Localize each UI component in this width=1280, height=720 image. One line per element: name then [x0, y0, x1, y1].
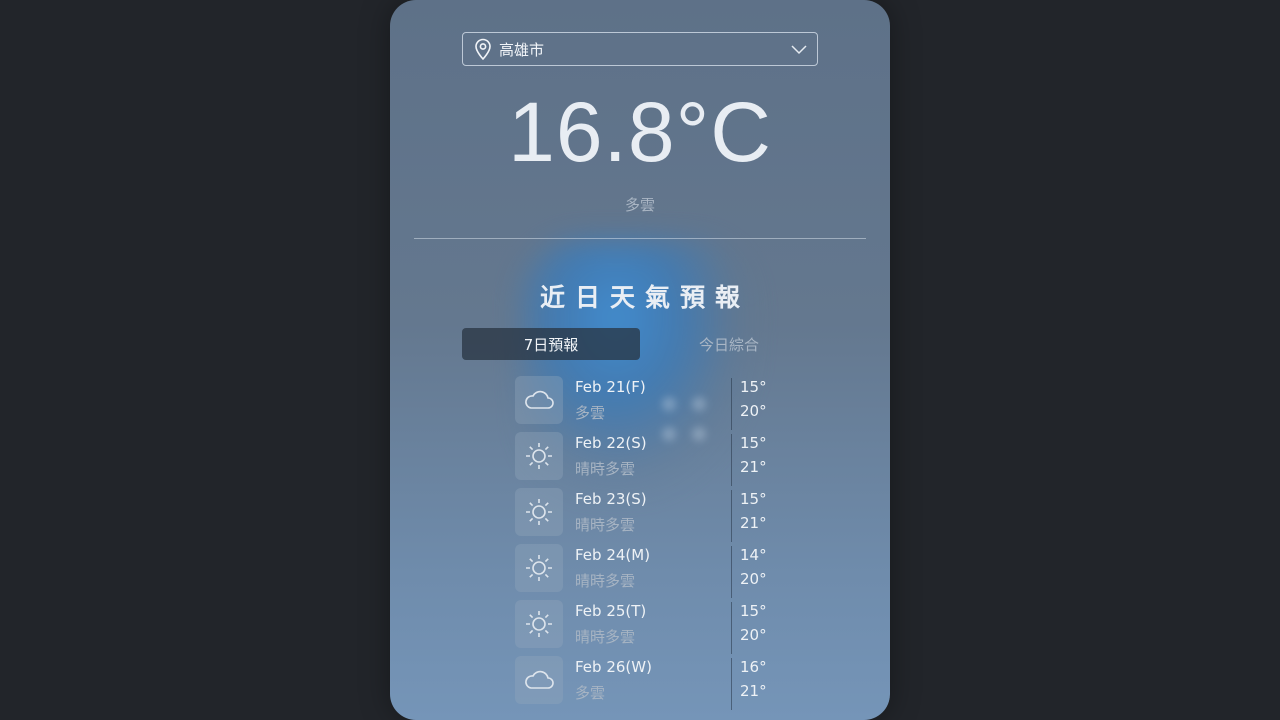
location-select-value: 高雄市 — [499, 40, 545, 59]
forecast-row: Feb 23(S) 晴時多雲 15° 21° — [515, 488, 775, 544]
sun-icon — [515, 488, 563, 536]
divider — [731, 434, 732, 486]
forecast-low-temp: 14° — [740, 546, 767, 564]
forecast-condition: 晴時多雲 — [575, 460, 636, 478]
map-pin-icon — [475, 38, 491, 60]
divider — [731, 658, 732, 710]
forecast-low-temp: 15° — [740, 602, 767, 620]
forecast-condition: 晴時多雲 — [575, 628, 636, 646]
divider — [731, 546, 732, 598]
forecast-date: Feb 23(S) — [575, 490, 647, 508]
divider — [414, 238, 866, 239]
forecast-date: Feb 25(T) — [575, 602, 647, 620]
forecast-high-temp: 21° — [740, 514, 767, 532]
sun-icon — [515, 432, 563, 480]
forecast-condition: 多雲 — [575, 684, 606, 702]
divider — [731, 490, 732, 542]
forecast-high-temp: 20° — [740, 402, 767, 420]
forecast-date: Feb 22(S) — [575, 434, 647, 452]
divider — [731, 602, 732, 654]
forecast-low-temp: 15° — [740, 434, 767, 452]
cloud-icon — [515, 656, 563, 704]
forecast-list: Feb 21(F) 多雲 15° 20° Feb 22(S) 晴時多雲 15° … — [515, 376, 775, 712]
divider — [731, 378, 732, 430]
tab-7-day-forecast[interactable]: 7日預報 — [462, 328, 640, 360]
current-condition: 多雲 — [624, 196, 655, 214]
forecast-high-temp: 21° — [740, 458, 767, 476]
current-temperature: 16.8°C — [508, 85, 772, 179]
sun-icon — [515, 600, 563, 648]
forecast-tabs: 7日預報 今日綜合 — [462, 328, 818, 360]
weather-card: 高雄市 16.8°C 多雲 近日天氣預報 7日預報 今日綜合 Feb 21(F)… — [390, 0, 890, 720]
forecast-low-temp: 15° — [740, 378, 767, 396]
forecast-section-title: 近日天氣預報 — [539, 283, 750, 312]
forecast-row: Feb 24(M) 晴時多雲 14° 20° — [515, 544, 775, 600]
forecast-date: Feb 21(F) — [575, 378, 646, 396]
chevron-down-icon — [791, 45, 807, 55]
forecast-row: Feb 26(W) 多雲 16° 21° — [515, 656, 775, 712]
forecast-date: Feb 26(W) — [575, 658, 652, 676]
forecast-high-temp: 20° — [740, 570, 767, 588]
forecast-row: Feb 21(F) 多雲 15° 20° — [515, 376, 775, 432]
forecast-high-temp: 21° — [740, 682, 767, 700]
forecast-date: Feb 24(M) — [575, 546, 651, 564]
forecast-row: Feb 25(T) 晴時多雲 15° 20° — [515, 600, 775, 656]
forecast-high-temp: 20° — [740, 626, 767, 644]
forecast-low-temp: 15° — [740, 490, 767, 508]
forecast-condition: 晴時多雲 — [575, 516, 636, 534]
forecast-low-temp: 16° — [740, 658, 767, 676]
tab-today-summary[interactable]: 今日綜合 — [640, 328, 818, 360]
forecast-condition: 晴時多雲 — [575, 572, 636, 590]
cloud-icon — [515, 376, 563, 424]
location-select[interactable]: 高雄市 — [462, 32, 818, 66]
sun-icon — [515, 544, 563, 592]
forecast-row: Feb 22(S) 晴時多雲 15° 21° — [515, 432, 775, 488]
forecast-condition: 多雲 — [575, 404, 606, 422]
